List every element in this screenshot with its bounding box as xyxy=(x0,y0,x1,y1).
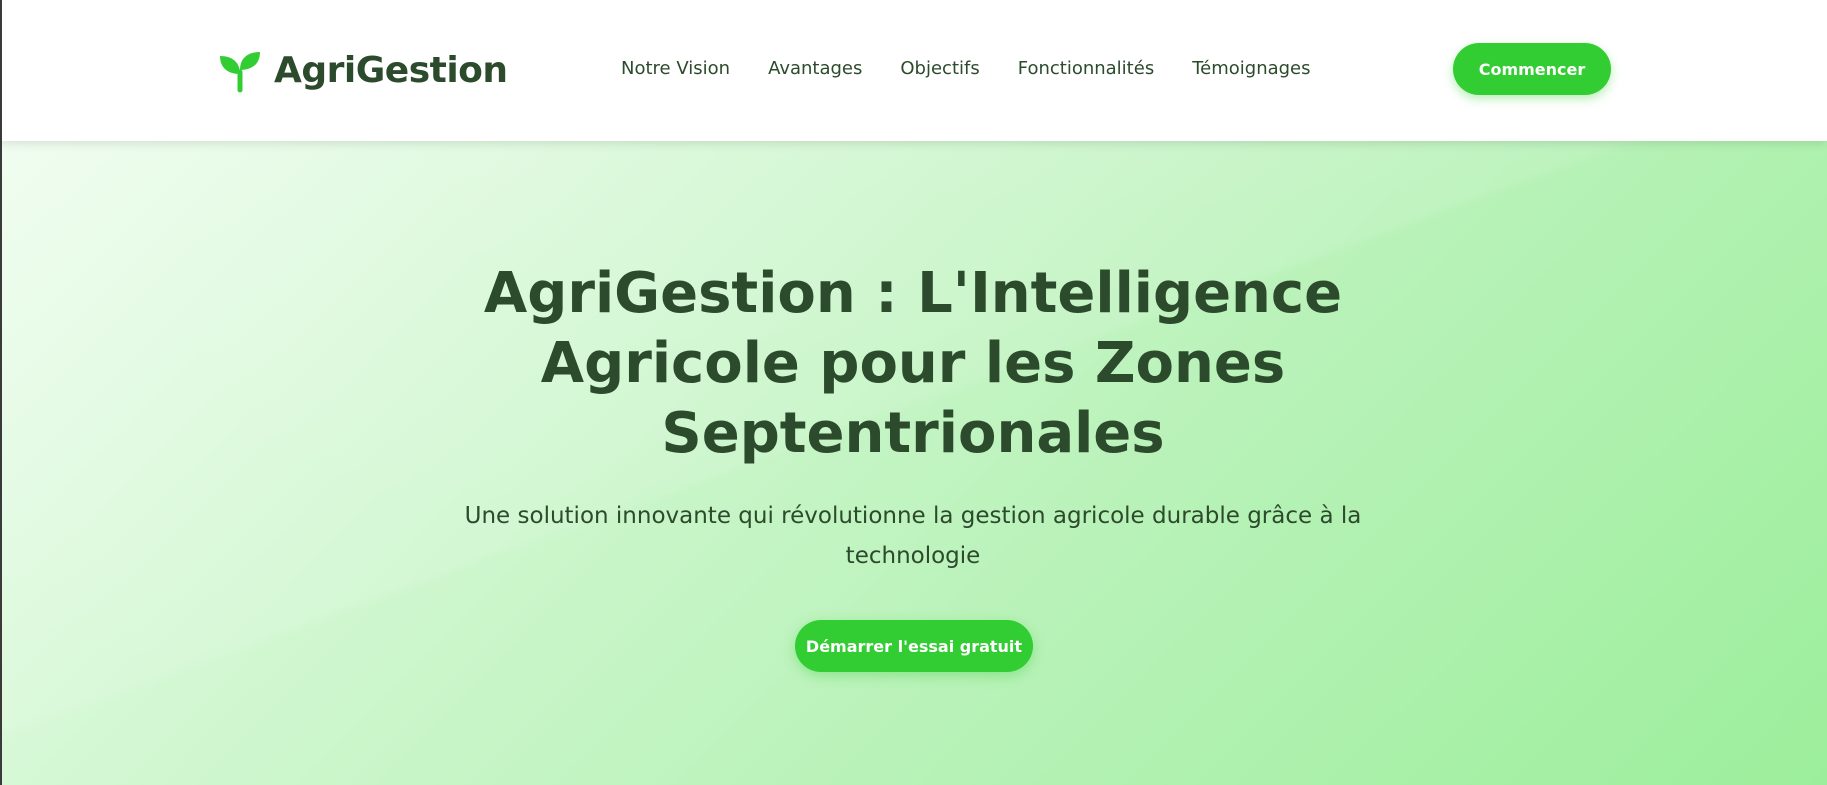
brand-logo[interactable]: AgriGestion xyxy=(216,46,508,94)
free-trial-button[interactable]: Démarrer l'essai gratuit xyxy=(795,620,1033,672)
nav-link-notre-vision[interactable]: Notre Vision xyxy=(621,58,730,79)
nav-link-avantages[interactable]: Avantages xyxy=(768,58,862,79)
hero-subtitle: Une solution innovante qui révolutionne … xyxy=(464,503,1362,569)
nav-link-fonctionnalites[interactable]: Fonctionnalités xyxy=(1018,58,1154,79)
start-button[interactable]: Commencer xyxy=(1453,43,1611,95)
nav-link-temoignages[interactable]: Témoignages xyxy=(1192,58,1310,79)
site-header: AgriGestion Notre Vision Avantages Objec… xyxy=(0,0,1827,141)
window-edge xyxy=(0,0,2,785)
sprout-icon xyxy=(220,52,260,93)
nav-link-objectifs[interactable]: Objectifs xyxy=(900,58,979,79)
hero-title: AgriGestion : L'Intelligence Agricole po… xyxy=(483,261,1343,466)
hero-section: AgriGestion : L'Intelligence Agricole po… xyxy=(0,141,1827,785)
main-nav: Notre Vision Avantages Objectifs Fonctio… xyxy=(621,58,1311,79)
brand-name: AgriGestion xyxy=(274,49,508,91)
